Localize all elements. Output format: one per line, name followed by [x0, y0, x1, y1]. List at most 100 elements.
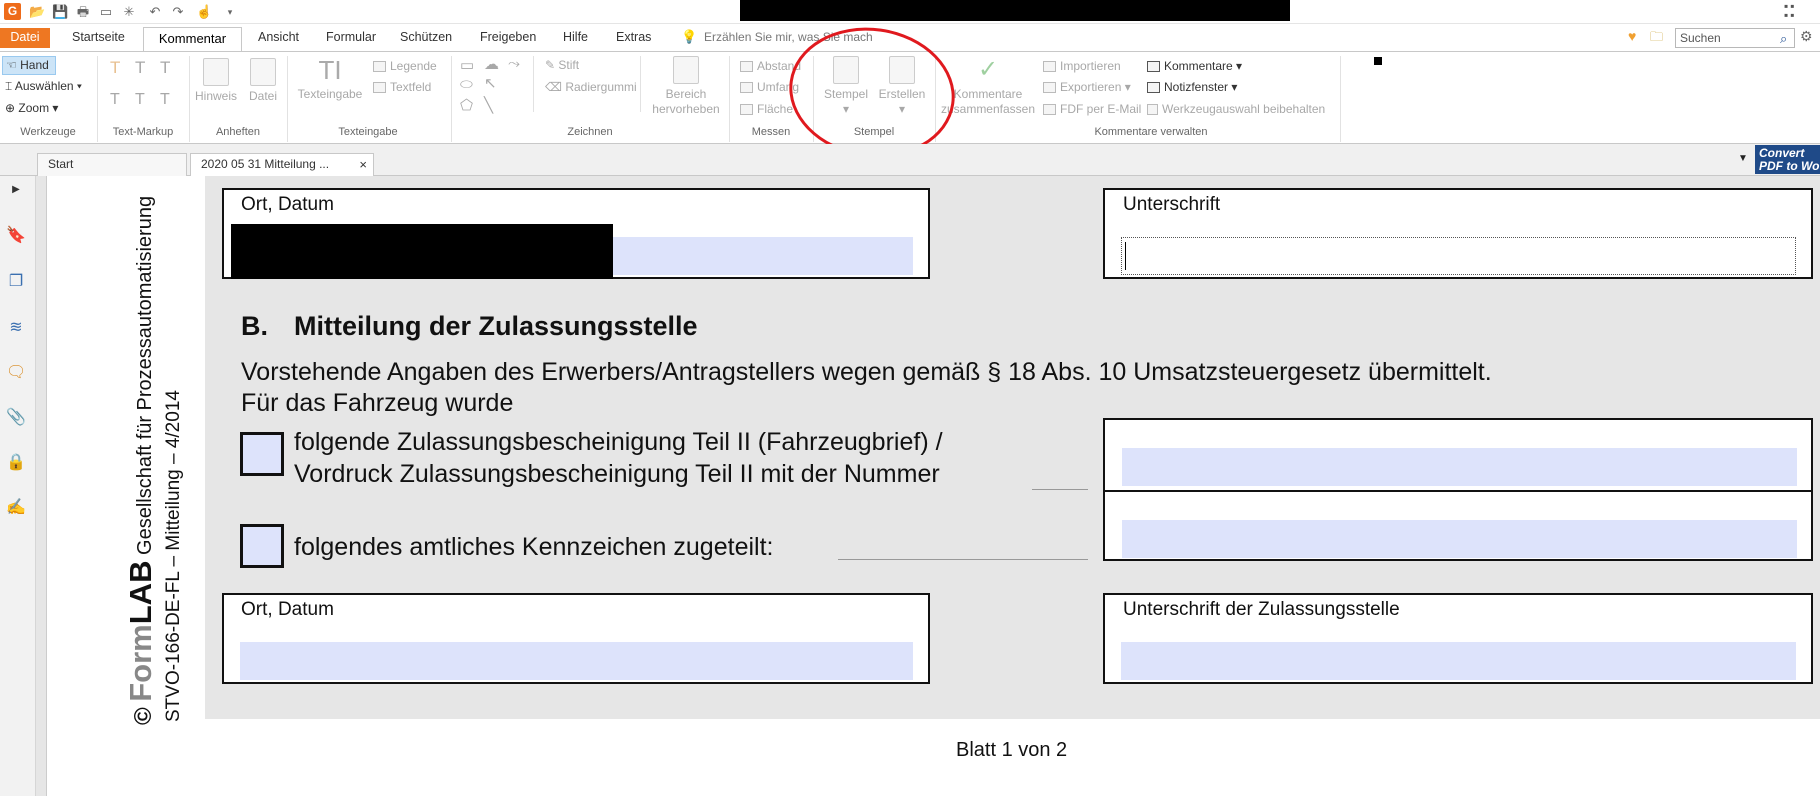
form-code: STVO-166-DE-FL – Mitteilung – 4/2014: [163, 390, 184, 722]
hand-tool-qat-icon[interactable]: ☝: [196, 4, 212, 20]
ribbon-separator: [1340, 56, 1341, 142]
unterschrift-box-1: Unterschrift: [1103, 188, 1813, 279]
group-label-kommentare-verwalten: Kommentare verwalten: [1094, 126, 1208, 138]
underline-text-icon[interactable]: T: [135, 58, 145, 78]
customize-chevron-down-icon[interactable]: ▾: [222, 4, 238, 20]
pages-icon[interactable]: ❐: [6, 272, 26, 292]
select-tool-button[interactable]: ⌶ Auswählen ▾: [5, 79, 82, 94]
ort-datum-label-1: Ort, Datum: [241, 194, 334, 215]
hand-tool-button[interactable]: ☜ Hand: [2, 56, 56, 75]
tab-startseite[interactable]: Startseite: [72, 28, 125, 51]
tab-freigeben[interactable]: Freigeben: [480, 28, 536, 51]
section-title: Mitteilung der Zulassungsstelle: [294, 311, 698, 341]
tab-schuetzen[interactable]: Schützen: [400, 28, 452, 51]
comments-icon: [1147, 61, 1160, 73]
highlight-text-icon[interactable]: T: [110, 58, 120, 78]
option-1-line-2: Vordruck Zulassungsbescheinigung Teil II…: [294, 460, 940, 488]
gear-icon[interactable]: ⚙: [1800, 28, 1813, 45]
folder-search-icon[interactable]: 🗀: [1650, 28, 1663, 50]
open-icon[interactable]: 📂: [29, 4, 45, 20]
bereich-label: Bereich: [665, 87, 707, 101]
search-icon[interactable]: ⌕: [1780, 31, 1787, 47]
fdf-email-button[interactable]: FDF per E-Mail: [1043, 102, 1141, 116]
comments-panel-icon[interactable]: 🗨: [6, 363, 26, 383]
polyline-icon[interactable]: ⤳: [508, 55, 520, 72]
group-label-zeichnen: Zeichnen: [567, 126, 613, 138]
checkbox-kennzeichen[interactable]: [240, 524, 284, 568]
texteingabe-button[interactable]: TI Texteingabe: [293, 56, 367, 102]
group-label-text-markup: Text-Markup: [112, 126, 174, 138]
polygon-icon[interactable]: ⬠: [460, 96, 473, 114]
eraser-icon: ⌫: [545, 80, 562, 94]
bereich-hervorheben-button[interactable]: Bereich hervorheben: [648, 56, 724, 117]
replace-text-icon[interactable]: T: [160, 91, 170, 109]
option-2-label: folgendes amtliches Kennzeichen zugeteil…: [294, 533, 774, 561]
squiggly-text-icon[interactable]: T: [110, 91, 120, 109]
close-icon[interactable]: ×: [359, 154, 367, 175]
unterschrift-field-1[interactable]: [1121, 237, 1796, 275]
bookmark-icon[interactable]: 🔖: [6, 226, 26, 246]
ort-datum-field-2[interactable]: [240, 642, 913, 680]
undo-icon[interactable]: ↶: [147, 4, 163, 20]
tab-hilfe[interactable]: Hilfe: [563, 28, 588, 51]
heart-icon[interactable]: ♥: [1628, 28, 1636, 44]
notizfenster-dropdown[interactable]: Notizfenster ▾: [1147, 80, 1237, 94]
lock-icon[interactable]: 🔒: [6, 453, 26, 473]
box-divider: [1105, 490, 1811, 492]
signature-icon[interactable]: ✍: [6, 498, 26, 518]
tab-kommentar[interactable]: Kommentar: [143, 27, 242, 52]
flaeche-button[interactable]: Fläche: [740, 102, 793, 116]
tab-extras[interactable]: Extras: [616, 28, 651, 51]
cloud-icon[interactable]: ☁: [484, 55, 499, 73]
rectangle-icon[interactable]: ▭: [460, 56, 474, 74]
textfeld-button[interactable]: Textfeld: [373, 80, 431, 94]
checkbox-zulassungsbescheinigung[interactable]: [240, 432, 284, 476]
cursor-icon: ⌶: [5, 79, 13, 93]
save-icon[interactable]: 💾: [52, 4, 68, 20]
tab-datei[interactable]: Datei: [0, 28, 50, 48]
fdf-icon: [1043, 104, 1056, 116]
group-label-anheften: Anheften: [215, 126, 261, 138]
scan-icon[interactable]: ▭: [98, 4, 114, 20]
search-input[interactable]: Suchen: [1675, 28, 1795, 48]
window-title-redacted: [740, 0, 1290, 21]
doc-tab-mitteilung[interactable]: 2020 05 31 Mitteilung ... ×: [190, 153, 374, 176]
radiergummi-button[interactable]: ⌫ Radiergummi: [545, 80, 637, 94]
layers-icon[interactable]: ≋: [6, 318, 26, 338]
tab-ansicht[interactable]: Ansicht: [258, 28, 299, 51]
texteingabe-label: Texteingabe: [297, 87, 363, 101]
insert-text-icon[interactable]: T: [135, 91, 145, 109]
importieren-button[interactable]: Importieren: [1043, 59, 1121, 73]
tab-list-chevron-down-icon[interactable]: ▼: [1738, 153, 1748, 164]
expand-arrow-icon[interactable]: ▶: [6, 180, 26, 200]
datei-attach-button[interactable]: Datei: [243, 58, 283, 104]
hinweis-button[interactable]: Hinweis: [193, 58, 239, 104]
typewriter-icon: TI: [318, 55, 342, 85]
new-icon[interactable]: ✳: [121, 4, 137, 20]
zusammenfassen-label-1: Kommentare: [953, 87, 1023, 101]
strikeout-text-icon[interactable]: T: [160, 58, 170, 78]
kommentare-zusammenfassen-button[interactable]: ✓ Kommentare zusammenfassen: [940, 56, 1036, 117]
unterschrift-field-2[interactable]: [1121, 642, 1796, 680]
kommentare-dropdown[interactable]: Kommentare ▾: [1147, 59, 1242, 73]
document-tab-bar: Start 2020 05 31 Mitteilung ... ×: [0, 144, 1820, 176]
redo-icon[interactable]: ↷: [170, 4, 186, 20]
werkzeugauswahl-checkbox[interactable]: Werkzeugauswahl beibehalten: [1147, 102, 1325, 116]
left-scrollbar[interactable]: [36, 176, 47, 796]
print-icon[interactable]: 🖶: [75, 4, 91, 20]
tab-formular[interactable]: Formular: [326, 28, 376, 51]
grid-icon[interactable]: ▪▪ ▪▪: [1784, 0, 1800, 21]
convert-pdf-banner[interactable]: Convert PDF to Wo: [1755, 145, 1820, 174]
nummer-field[interactable]: [1122, 448, 1797, 486]
arrow-icon[interactable]: ↖: [484, 74, 497, 92]
zoom-tool-button[interactable]: ⊕ Zoom ▾: [5, 101, 58, 115]
stift-button[interactable]: ✎ Stift: [545, 58, 579, 72]
line-icon[interactable]: ╲: [484, 96, 493, 114]
doc-tab-label: 2020 05 31 Mitteilung ...: [201, 157, 330, 171]
oval-icon[interactable]: ⬭: [460, 76, 473, 93]
paperclip-icon[interactable]: 📎: [6, 408, 26, 428]
kennzeichen-field[interactable]: [1122, 520, 1797, 558]
exportieren-button[interactable]: Exportieren ▾: [1043, 80, 1131, 94]
hervorheben-label: hervorheben: [652, 102, 720, 116]
legende-button[interactable]: Legende: [373, 59, 437, 73]
